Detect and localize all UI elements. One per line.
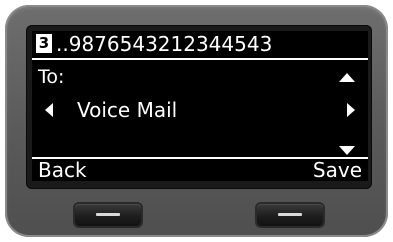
left-display-key-button[interactable] <box>75 204 141 226</box>
option-previous-icon[interactable] <box>45 103 53 117</box>
display-screen: 3 ..9876543212344543 To: Voice Mail Back… <box>32 31 368 181</box>
line-number-badge: 3 <box>36 34 52 53</box>
minus-icon <box>96 213 120 216</box>
scroll-down-icon <box>339 146 355 155</box>
softkey-save-label[interactable]: Save <box>313 158 362 181</box>
title-number: ..9876543212344543 <box>56 32 273 56</box>
right-display-key-button[interactable] <box>257 204 323 226</box>
softkey-back-label[interactable]: Back <box>38 158 87 181</box>
scroll-up-icon <box>339 73 355 82</box>
minus-icon <box>278 213 302 216</box>
field-label-to: To: <box>38 66 65 88</box>
title-divider <box>32 58 368 60</box>
phone-device: 3 ..9876543212344543 To: Voice Mail Back… <box>5 5 388 237</box>
option-next-icon[interactable] <box>347 103 355 117</box>
display-bezel: 3 ..9876543212344543 To: Voice Mail Back… <box>26 25 372 189</box>
field-value-selector[interactable]: Voice Mail <box>77 97 177 123</box>
title-bar: 3 ..9876543212344543 <box>32 31 368 57</box>
